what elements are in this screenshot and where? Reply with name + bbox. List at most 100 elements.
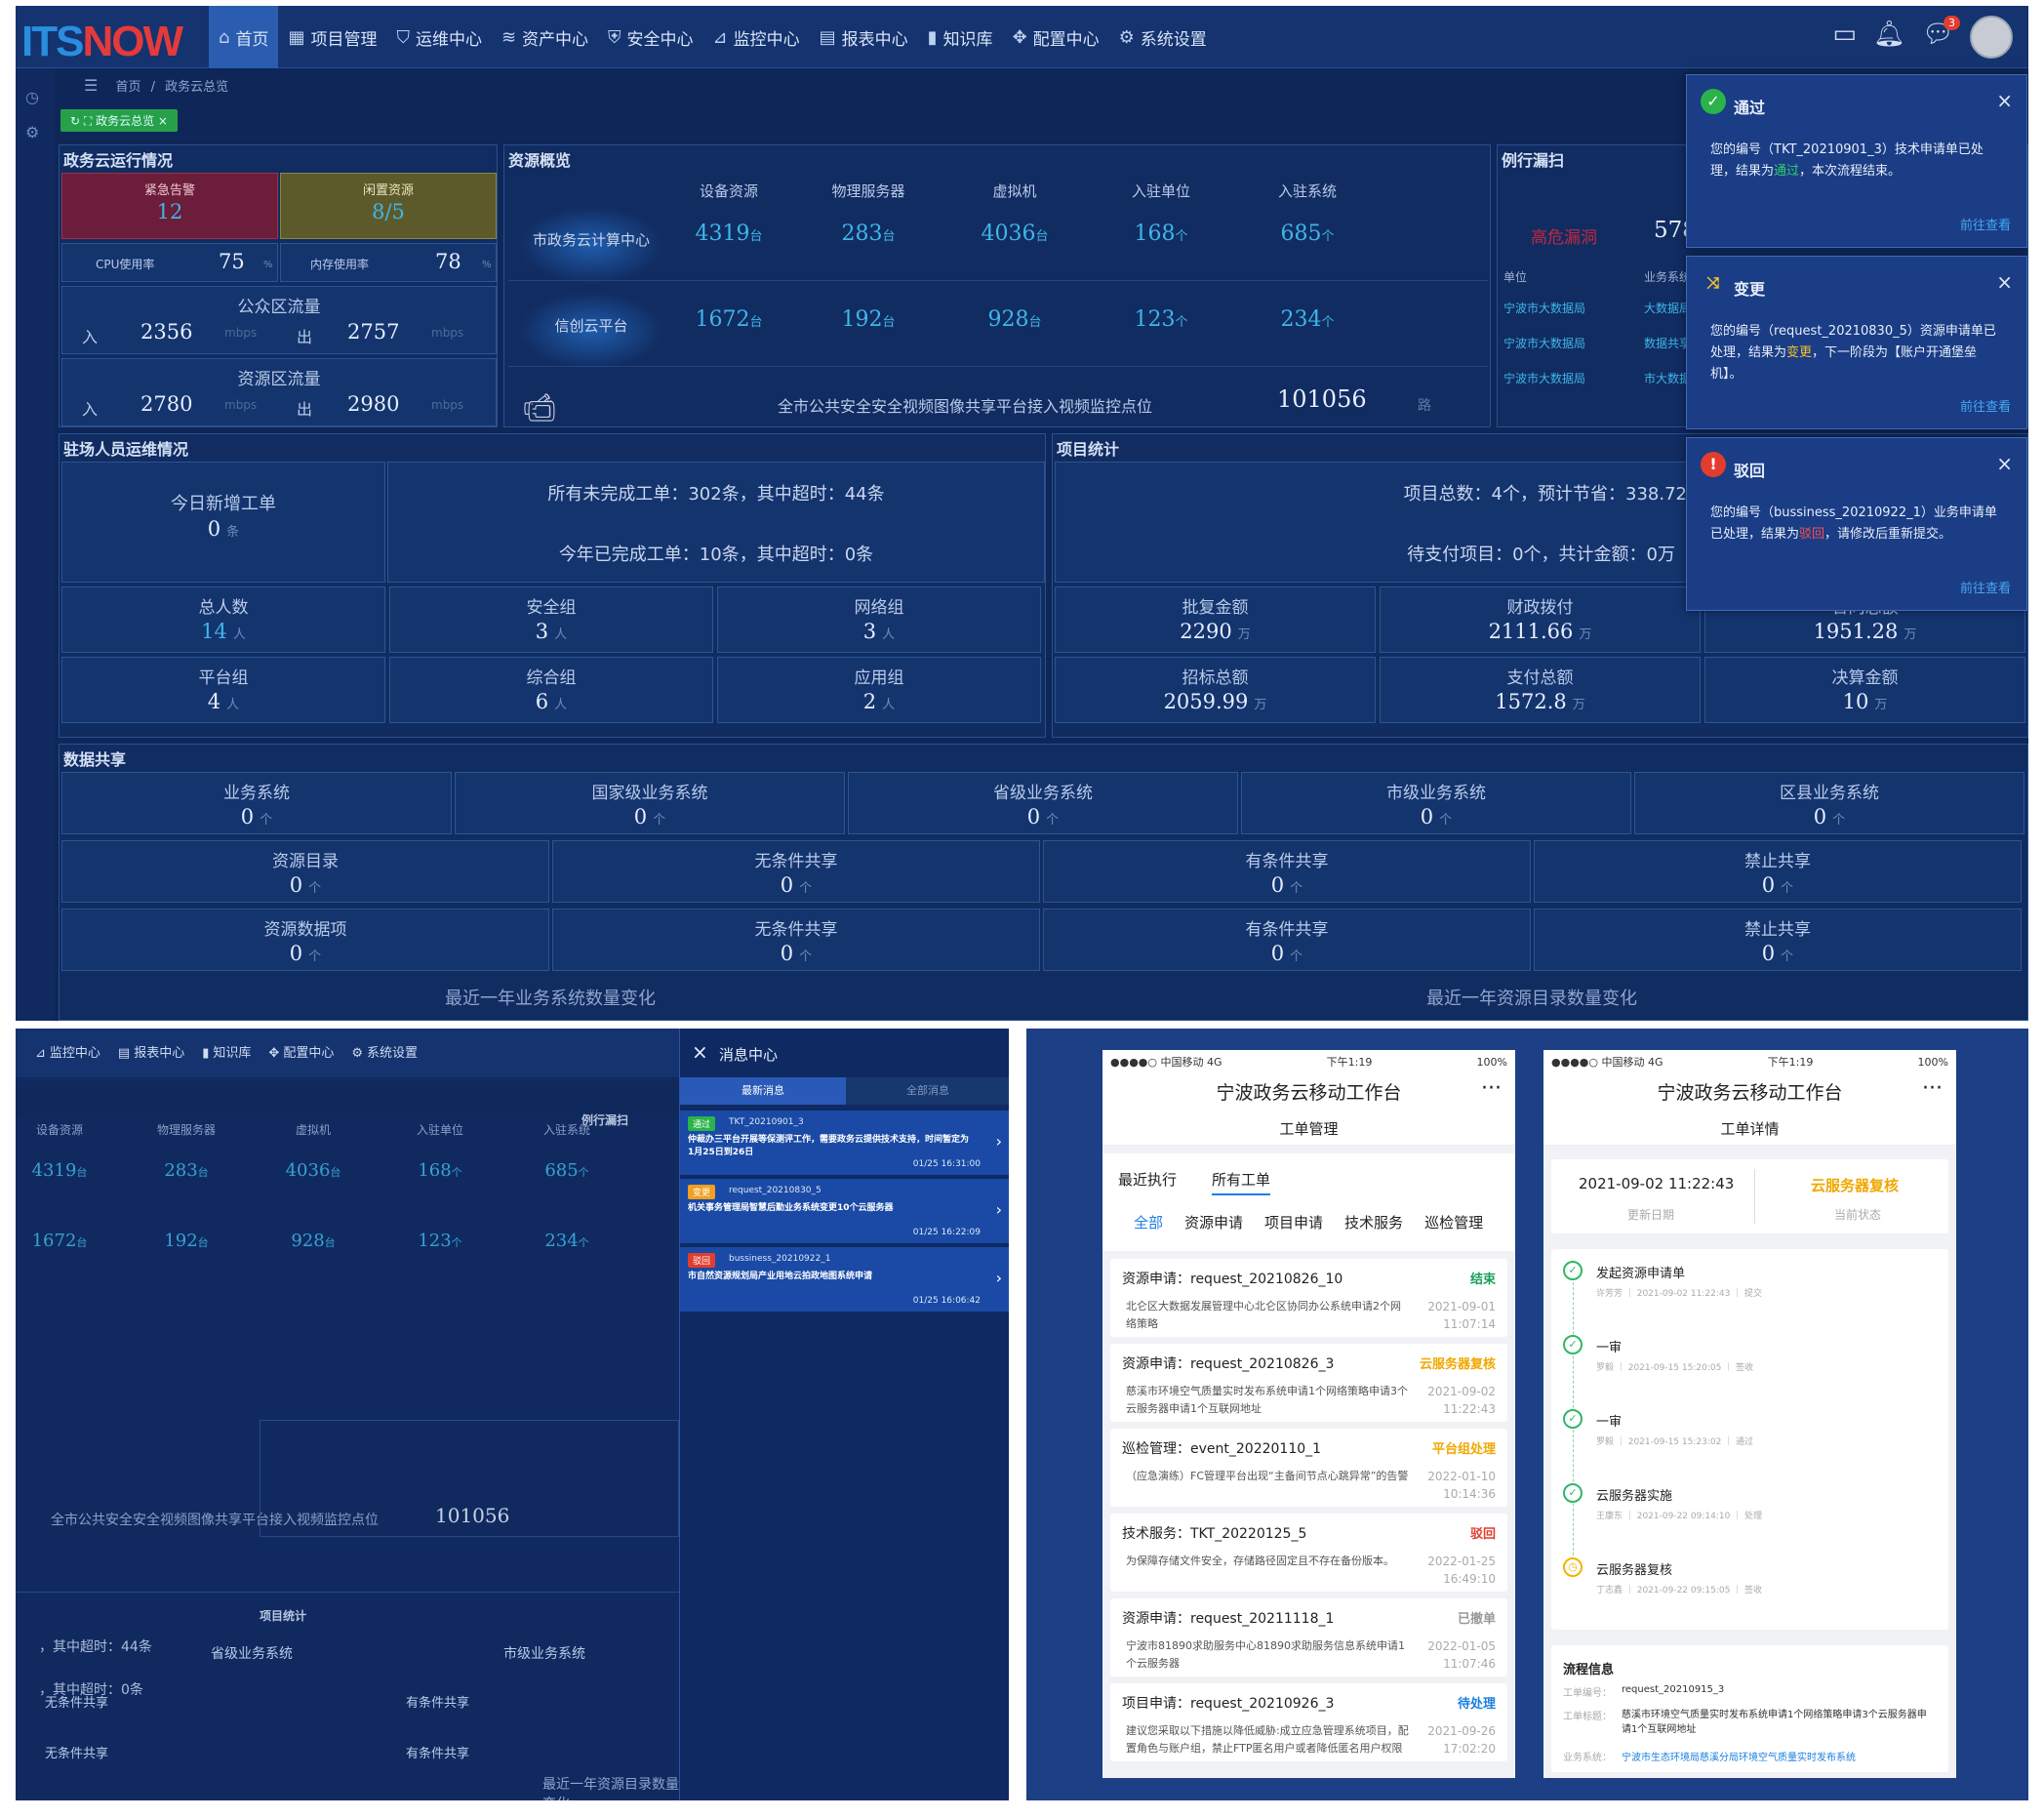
resource-value[interactable]: 123个	[1107, 307, 1215, 332]
gear-icon[interactable]: ⚙	[25, 123, 39, 141]
nav-item-8[interactable]: ✥ 配置中心	[268, 1042, 334, 1061]
vuln-unit[interactable]: 宁波市大数据局	[1503, 335, 1585, 351]
resource-value[interactable]: 4036台	[961, 222, 1068, 246]
amount-card[interactable]: 财政拨付 2111.66 万	[1380, 586, 1701, 653]
view-link[interactable]: 前往查看	[1960, 215, 2011, 233]
message-item[interactable]: 通过 TKT_20210901_3 仲裁办三平台开展等保测评工作，需要政务云提供技术…	[680, 1111, 1009, 1175]
alarm-card[interactable]: 紧急告警 12	[61, 173, 278, 239]
vuln-system[interactable]: 大数据局	[1644, 300, 1691, 316]
filter-0[interactable]: 全部	[1134, 1212, 1163, 1232]
nav-item-1[interactable]: ▦ 项目管理	[278, 6, 386, 68]
more-icon[interactable]: ···	[1481, 1070, 1502, 1109]
staff-group-card[interactable]: 总人数 14 人	[61, 586, 385, 653]
amount-card[interactable]: 支付总额 1572.8 万	[1380, 657, 1701, 723]
close-icon[interactable]: ×	[1996, 270, 2013, 294]
resource-value[interactable]: 234个	[1254, 307, 1361, 332]
nav-item-9[interactable]: ⚙ 系统设置	[351, 1042, 418, 1061]
nav-item-7[interactable]: ▮ 知识库	[202, 1042, 251, 1061]
monitor-icon[interactable]: ▭	[1832, 20, 1857, 49]
amount-card[interactable]: 招标总额 2059.99 万	[1055, 657, 1376, 723]
order-time: 11:07:46	[1443, 1657, 1496, 1671]
order-card[interactable]: 项目申请：request_20210926_3 待处理 建议您采取以下措施以降低威胁…	[1110, 1683, 1507, 1761]
sharing-card[interactable]: 国家级业务系统 0 个	[455, 772, 845, 834]
nav-item-7[interactable]: ▮ 知识库	[918, 6, 1003, 68]
message-item[interactable]: 驳回 bussiness_20210922_1 市自然资源规划局产业用地云拍政地图系…	[680, 1247, 1009, 1312]
filter-2[interactable]: 项目申请	[1264, 1212, 1323, 1232]
staff-group-card[interactable]: 综合组 6 人	[389, 657, 713, 723]
vuln-unit[interactable]: 宁波市大数据局	[1503, 370, 1585, 386]
nav-item-3[interactable]: ≋ 资产中心	[492, 6, 598, 68]
filter-4[interactable]: 巡检管理	[1424, 1212, 1483, 1232]
tab-latest[interactable]: 最新消息	[680, 1077, 846, 1105]
filter-3[interactable]: 技术服务	[1344, 1212, 1403, 1232]
nav-label: 知识库	[942, 29, 993, 50]
chevron-right-icon[interactable]: ›	[996, 1132, 1002, 1151]
sharing-card[interactable]: 有条件共享 0 个	[1043, 909, 1531, 971]
vuln-unit[interactable]: 宁波市大数据局	[1503, 300, 1585, 316]
breadcrumb-home[interactable]: 首页	[115, 80, 140, 95]
resource-value[interactable]: 192台	[815, 307, 922, 332]
chevron-right-icon[interactable]: ›	[996, 1200, 1002, 1219]
clock-icon[interactable]: ◷	[25, 88, 39, 106]
sharing-card[interactable]: 无条件共享 0 个	[552, 909, 1040, 971]
order-card[interactable]: 资源申请：request_20210826_3 云服务器复核 慈溪市环境空气质量实时…	[1110, 1344, 1507, 1422]
nav-item-5[interactable]: ⊿ 监控中心	[703, 6, 810, 68]
sharing-card[interactable]: 有条件共享 0 个	[1043, 840, 1531, 903]
close-icon[interactable]: ×	[1996, 89, 2013, 112]
resource-value[interactable]: 4319台	[675, 222, 782, 246]
vuln-system[interactable]: 数据共享	[1644, 335, 1691, 351]
sharing-card[interactable]: 市级业务系统 0 个	[1241, 772, 1631, 834]
idle-resource-card[interactable]: 闲置资源 8/5	[280, 173, 497, 239]
sharing-card[interactable]: 业务系统 0 个	[61, 772, 452, 834]
order-card[interactable]: 资源申请：request_20210826_10 结束 北仑区大数据发展管理中心北仑…	[1110, 1259, 1507, 1337]
tab-all-orders[interactable]: 所有工单	[1212, 1169, 1271, 1195]
sharing-card[interactable]: 禁止共享 0 个	[1534, 840, 2022, 903]
menu-toggle-icon[interactable]: ☰	[84, 76, 98, 95]
more-icon[interactable]: ···	[1922, 1070, 1943, 1109]
view-link[interactable]: 前往查看	[1960, 578, 2011, 596]
tab-all[interactable]: 全部消息	[846, 1077, 1009, 1105]
sharing-card[interactable]: 资源目录 0 个	[61, 840, 549, 903]
filter-1[interactable]: 资源申请	[1184, 1212, 1243, 1232]
resource-value[interactable]: 928台	[961, 307, 1068, 332]
nav-item-8[interactable]: ✥ 配置中心	[1003, 6, 1109, 68]
resource-value[interactable]: 283台	[815, 222, 922, 246]
avatar[interactable]	[1970, 16, 2013, 59]
sharing-card[interactable]: 无条件共享 0 个	[552, 840, 1040, 903]
tab-overview[interactable]: ↻ ⛶ 政务云总览 ×	[60, 109, 178, 132]
tab-recent[interactable]: 最近执行	[1118, 1169, 1177, 1190]
sharing-card[interactable]: 资源数据项 0 个	[61, 909, 549, 971]
nav-item-4[interactable]: ⛨ 安全中心	[598, 6, 703, 68]
amount-card[interactable]: 决算金额 10 万	[1704, 657, 2025, 723]
business-system-link[interactable]: 宁波市生态环境局慈溪分局环境空气质量实时发布系统	[1622, 1749, 1856, 1763]
nav-item-2[interactable]: ⛉ 运维中心	[386, 6, 492, 68]
close-icon[interactable]: ×	[692, 1040, 708, 1064]
amount-card[interactable]: 批复金额 2290 万	[1055, 586, 1376, 653]
nav-item-6[interactable]: ▤ 报表中心	[118, 1042, 184, 1061]
staff-group-card[interactable]: 网络组 3 人	[717, 586, 1041, 653]
resource-value[interactable]: 168个	[1107, 222, 1215, 246]
chevron-right-icon[interactable]: ›	[996, 1269, 1002, 1287]
staff-group-card[interactable]: 应用组 2 人	[717, 657, 1041, 723]
resource-value[interactable]: 685个	[1254, 222, 1361, 246]
staff-group-card[interactable]: 平台组 4 人	[61, 657, 385, 723]
resource-value[interactable]: 1672台	[675, 307, 782, 332]
staff-group-card[interactable]: 安全组 3 人	[389, 586, 713, 653]
sharing-card[interactable]: 省级业务系统 0 个	[848, 772, 1238, 834]
today-new-orders[interactable]: 今日新增工单 0 条	[61, 462, 385, 583]
vuln-system[interactable]: 市大数据	[1644, 370, 1691, 386]
order-card[interactable]: 技术服务：TKT_20220125_5 驳回 为保障存储文件安全，存储路径固定且不存…	[1110, 1514, 1507, 1592]
sharing-card[interactable]: 禁止共享 0 个	[1534, 909, 2022, 971]
close-icon[interactable]: ×	[1996, 452, 2013, 475]
bell-icon[interactable]: 🔔︎	[1873, 20, 1905, 49]
nav-item-0[interactable]: ⌂ 首页	[209, 6, 279, 68]
nav-item-6[interactable]: ▤ 报表中心	[810, 6, 918, 68]
nav-item-9[interactable]: ⚙ 系统设置	[1109, 6, 1217, 68]
order-card[interactable]: 巡检管理：event_20220110_1 平台组处理 （应急演练）FC管理平台出现…	[1110, 1429, 1507, 1507]
sharing-card[interactable]: 区县业务系统 0 个	[1634, 772, 2024, 834]
nav-item-5[interactable]: ⊿ 监控中心	[35, 1042, 100, 1061]
message-item[interactable]: 变更 request_20210830_5 机关事务管理局智慧后勤业务系统变更10个…	[680, 1179, 1009, 1243]
order-card[interactable]: 资源申请：request_20211118_1 已撤单 宁波市81890求助服务中心…	[1110, 1598, 1507, 1677]
view-link[interactable]: 前往查看	[1960, 396, 2011, 415]
brand-logo[interactable]: ITSNOW	[21, 18, 183, 66]
